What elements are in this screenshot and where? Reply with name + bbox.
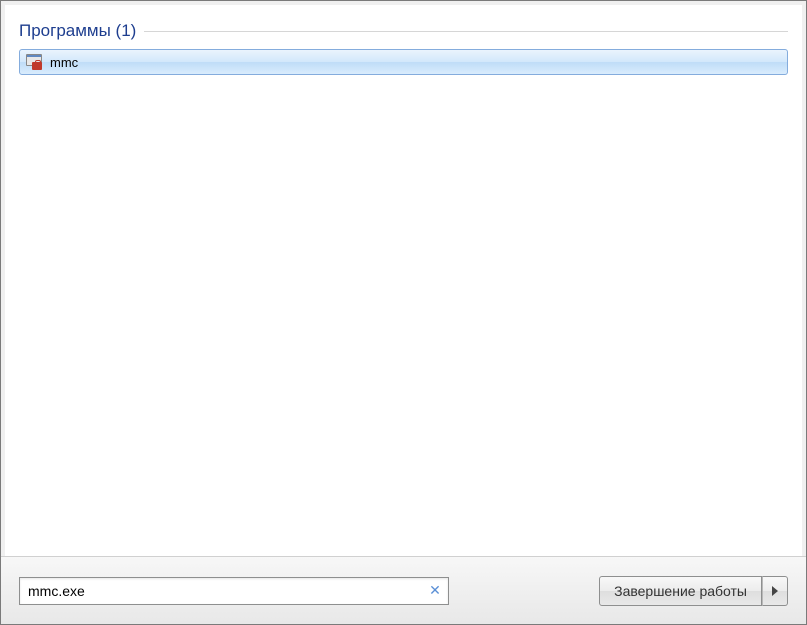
divider (144, 31, 788, 32)
clear-search-icon[interactable]: ✕ (427, 583, 443, 599)
chevron-right-icon (771, 586, 779, 596)
shutdown-options-button[interactable] (762, 576, 788, 606)
category-header: Программы (1) (19, 21, 788, 41)
bottom-bar: ✕ Завершение работы (1, 556, 806, 624)
mmc-icon (26, 54, 42, 70)
search-results-area: Программы (1) mmc (1, 1, 806, 556)
start-menu-search-panel: Программы (1) mmc ✕ Завершение работы (0, 0, 807, 625)
category-label-programs: Программы (1) (19, 21, 136, 41)
search-input[interactable] (19, 577, 449, 605)
shutdown-button[interactable]: Завершение работы (599, 576, 762, 606)
search-box: ✕ (19, 577, 449, 605)
search-result-item[interactable]: mmc (19, 49, 788, 75)
shutdown-label: Завершение работы (614, 583, 747, 599)
result-item-label: mmc (50, 55, 78, 70)
shutdown-group: Завершение работы (599, 576, 788, 606)
